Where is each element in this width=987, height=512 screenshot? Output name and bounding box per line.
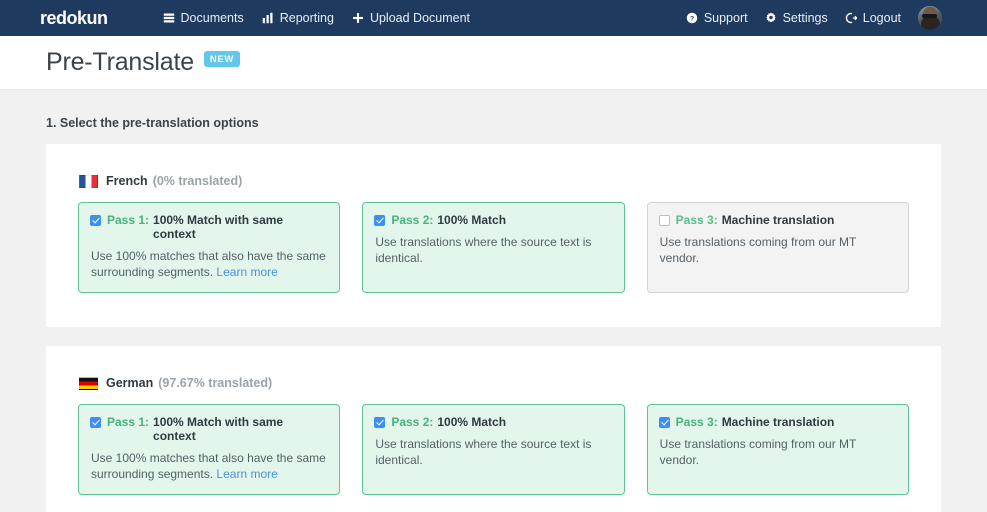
nav-item-settings[interactable]: Settings: [765, 11, 828, 25]
language-translated-stat: (0% translated): [153, 174, 243, 188]
pass-1-description-text: Use 100% matches that also have the same…: [91, 451, 326, 481]
language-header: German (97.67% translated): [78, 376, 909, 390]
page-title: Pre-Translate: [46, 48, 194, 77]
avatar-sunglasses: [922, 14, 937, 18]
pass-3-label: Pass 3:: [676, 415, 718, 429]
pass-card-2[interactable]: Pass 2: 100% Match Use translations wher…: [362, 404, 624, 495]
nav-item-upload-document[interactable]: Upload Document: [352, 11, 470, 25]
nav-item-documents-label: Documents: [181, 11, 244, 25]
nav-item-upload-document-label: Upload Document: [370, 11, 470, 25]
pass-2-title: 100% Match: [437, 213, 506, 227]
chart-bars-icon: [262, 12, 275, 25]
pass-3-checkbox[interactable]: [659, 215, 670, 226]
language-name: French: [106, 174, 148, 188]
nav-item-logout-label: Logout: [863, 11, 901, 25]
logout-icon: [845, 12, 858, 25]
pass-1-description-text: Use 100% matches that also have the same…: [91, 249, 326, 279]
pass-1-label: Pass 1:: [107, 213, 149, 227]
svg-text:?: ?: [690, 16, 694, 23]
pass-2-description-text: Use translations where the source text i…: [375, 235, 591, 265]
plus-icon: [352, 12, 365, 25]
pass-card-2[interactable]: Pass 2: 100% Match Use translations wher…: [362, 202, 624, 293]
question-circle-icon: ?: [686, 12, 699, 25]
learn-more-link[interactable]: Learn more: [216, 467, 277, 481]
language-header: French (0% translated): [78, 174, 909, 188]
pass-2-description: Use translations where the source text i…: [374, 234, 611, 266]
france-flag-icon: [79, 175, 98, 188]
pass-2-description: Use translations where the source text i…: [374, 436, 611, 468]
gear-icon: [765, 12, 778, 25]
pass-3-checkbox[interactable]: [659, 417, 670, 428]
pass-card-header: Pass 1: 100% Match with same context: [90, 213, 327, 241]
nav-item-logout[interactable]: Logout: [845, 11, 901, 25]
pass-options: Pass 1: 100% Match with same context Use…: [78, 404, 909, 495]
pass-3-description: Use translations coming from our MT vend…: [659, 234, 896, 266]
pass-2-label: Pass 2:: [391, 415, 433, 429]
new-badge: NEW: [204, 51, 240, 67]
pass-2-description-text: Use translations where the source text i…: [375, 437, 591, 467]
pass-card-1[interactable]: Pass 1: 100% Match with same context Use…: [78, 404, 340, 495]
pass-card-header: Pass 3: Machine translation: [659, 415, 896, 429]
pass-3-title: Machine translation: [722, 213, 835, 227]
nav-item-reporting[interactable]: Reporting: [262, 11, 334, 25]
pass-1-description: Use 100% matches that also have the same…: [90, 450, 327, 482]
pass-card-header: Pass 3: Machine translation: [659, 213, 896, 227]
nav-item-reporting-label: Reporting: [280, 11, 334, 25]
pass-2-checkbox[interactable]: [374, 215, 385, 226]
pass-1-title: 100% Match with same context: [153, 213, 327, 241]
language-name: German: [106, 376, 153, 390]
primary-nav: Documents Reporting Upload Document: [163, 11, 471, 25]
pass-card-header: Pass 2: 100% Match: [374, 415, 611, 429]
language-translated-stat: (97.67% translated): [158, 376, 272, 390]
avatar-image: [918, 6, 942, 30]
brand-logo[interactable]: redokun: [40, 9, 108, 27]
pass-card-3[interactable]: Pass 3: Machine translation Use translat…: [647, 202, 909, 293]
pass-3-description-text: Use translations coming from our MT vend…: [660, 437, 857, 467]
language-panel-german: German (97.67% translated) Pass 1: 100% …: [46, 346, 941, 512]
nav-item-support[interactable]: ? Support: [686, 11, 748, 25]
pass-3-title: Machine translation: [722, 415, 835, 429]
pass-card-1[interactable]: Pass 1: 100% Match with same context Use…: [78, 202, 340, 293]
germany-flag-icon: [79, 377, 98, 390]
secondary-nav: ? Support Settings Logout: [686, 0, 942, 36]
pass-1-checkbox[interactable]: [90, 215, 101, 226]
pass-1-title: 100% Match with same context: [153, 415, 327, 443]
step-title: 1. Select the pre-translation options: [46, 90, 941, 144]
pass-2-label: Pass 2:: [391, 213, 433, 227]
nav-item-documents[interactable]: Documents: [163, 11, 244, 25]
pass-card-3[interactable]: Pass 3: Machine translation Use translat…: [647, 404, 909, 495]
page-header: Pre-Translate NEW: [0, 36, 987, 90]
pass-1-description: Use 100% matches that also have the same…: [90, 248, 327, 280]
top-navbar: redokun Documents Reporting: [0, 0, 987, 36]
page-content: 1. Select the pre-translation options Fr…: [0, 90, 987, 512]
pass-2-checkbox[interactable]: [374, 417, 385, 428]
nav-item-settings-label: Settings: [783, 11, 828, 25]
pass-3-label: Pass 3:: [676, 213, 718, 227]
pass-3-description: Use translations coming from our MT vend…: [659, 436, 896, 468]
pass-card-header: Pass 2: 100% Match: [374, 213, 611, 227]
pass-1-label: Pass 1:: [107, 415, 149, 429]
nav-item-support-label: Support: [704, 11, 748, 25]
user-avatar[interactable]: [918, 6, 942, 30]
documents-icon: [163, 12, 176, 25]
learn-more-link[interactable]: Learn more: [216, 265, 277, 279]
pass-card-header: Pass 1: 100% Match with same context: [90, 415, 327, 443]
pass-options: Pass 1: 100% Match with same context Use…: [78, 202, 909, 293]
language-panel-french: French (0% translated) Pass 1: 100% Matc…: [46, 144, 941, 327]
pass-3-description-text: Use translations coming from our MT vend…: [660, 235, 857, 265]
pass-2-title: 100% Match: [437, 415, 506, 429]
pass-1-checkbox[interactable]: [90, 417, 101, 428]
